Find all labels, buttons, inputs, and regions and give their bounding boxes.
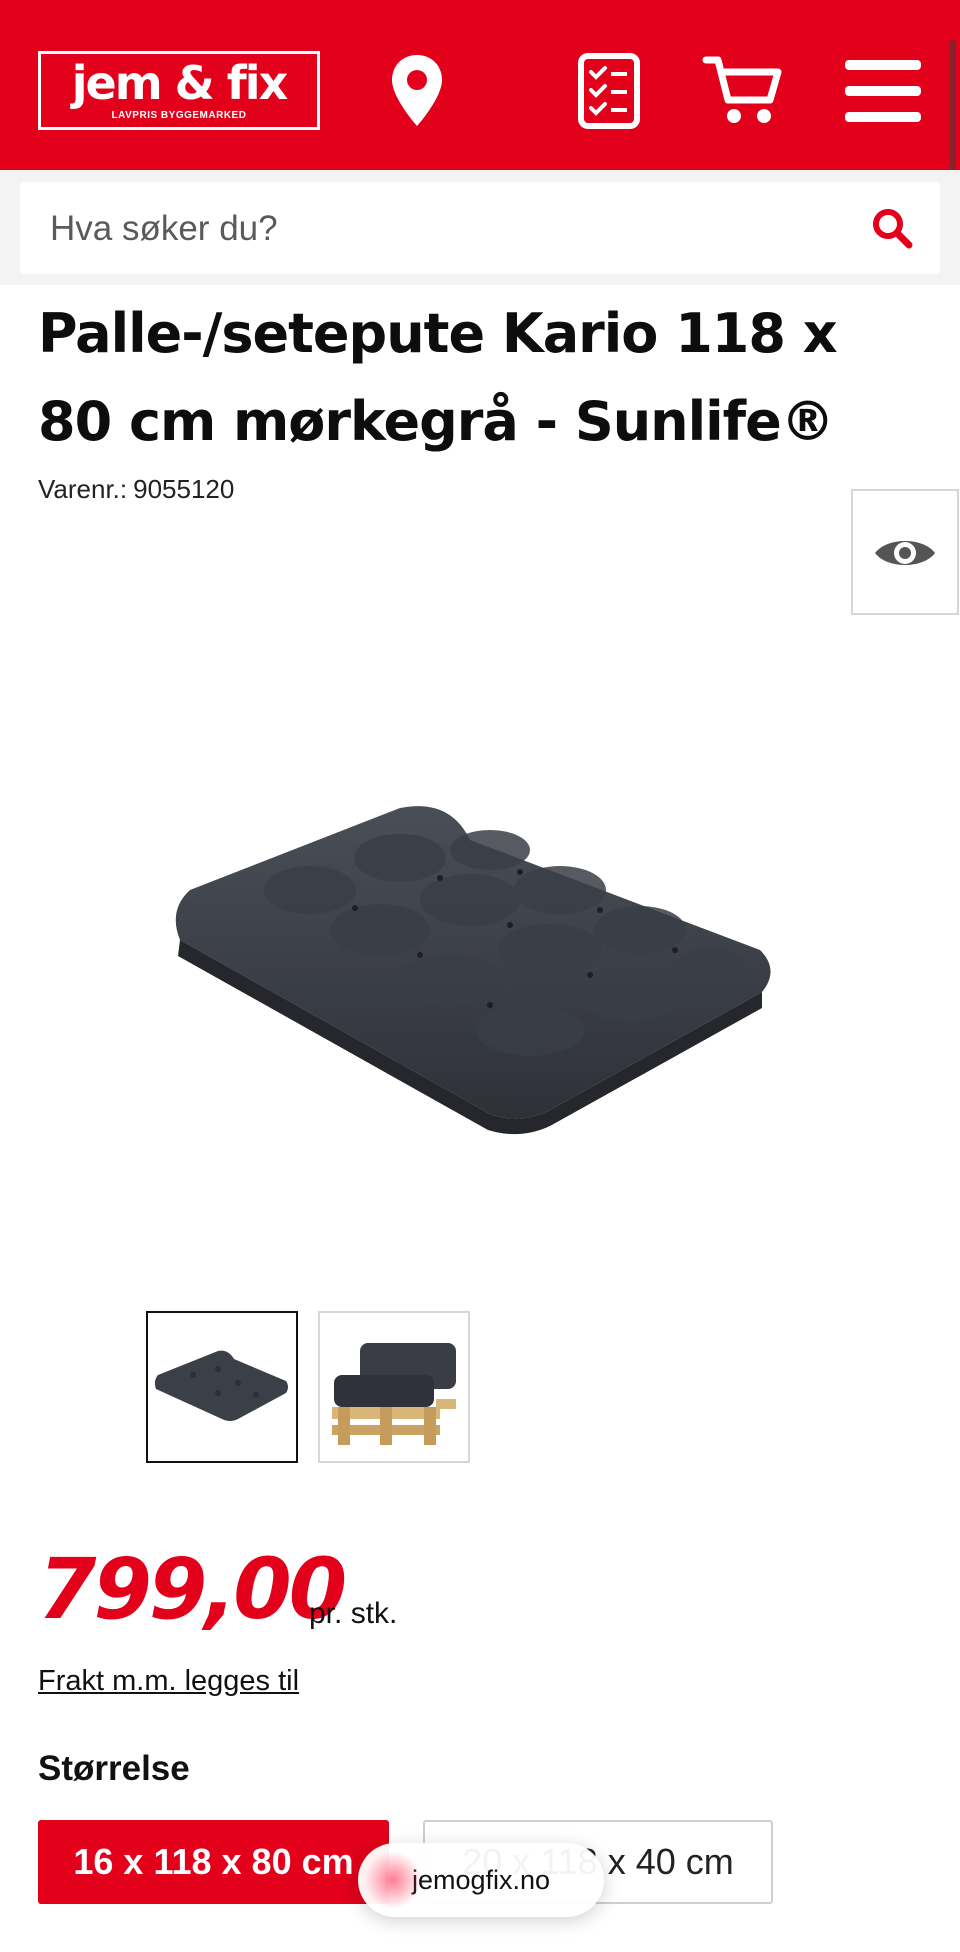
thumbnail-pallet-sofa[interactable] [318, 1311, 470, 1463]
freight-info-link[interactable]: Frakt m.m. legges til [38, 1665, 299, 1698]
search-icon[interactable] [870, 206, 914, 250]
sku-value: 9055120 [133, 474, 235, 504]
cart-icon[interactable] [702, 54, 784, 131]
price-unit: pr. stk. [309, 1597, 398, 1630]
size-option-selected[interactable]: 16 x 118 x 80 cm [38, 1820, 389, 1904]
shopping-list-icon[interactable] [577, 52, 641, 135]
logo-tagline: LAVPRIS BYGGEMARKED [111, 110, 247, 121]
view-toggle-button[interactable] [851, 489, 959, 615]
search-bar [0, 170, 960, 285]
search-box [20, 182, 940, 276]
product-price: 799,00 [38, 1540, 347, 1638]
eye-icon [873, 533, 937, 578]
browser-url-pill[interactable]: jemogfix.no [358, 1843, 604, 1917]
location-pin-icon[interactable] [388, 52, 446, 135]
url-indicator-dot [364, 1851, 422, 1909]
site-header: jem & fix LAVPRIS BYGGEMARKED [0, 0, 960, 170]
browser-url: jemogfix.no [411, 1864, 551, 1895]
logo-text: jem & fix [71, 56, 289, 110]
product-image[interactable] [150, 780, 790, 1140]
product-sku: Varenr.: 9055120 [38, 474, 234, 505]
sku-label: Varenr.: [38, 474, 128, 504]
thumbnail-cushion[interactable] [146, 1311, 298, 1463]
size-label: Størrelse [38, 1749, 190, 1788]
product-title: Palle-/setepute Kario 118 x 80 cm mørkeg… [38, 302, 838, 453]
menu-icon[interactable] [845, 60, 921, 127]
site-logo[interactable]: jem & fix LAVPRIS BYGGEMARKED [38, 51, 320, 130]
search-input[interactable] [48, 182, 852, 276]
